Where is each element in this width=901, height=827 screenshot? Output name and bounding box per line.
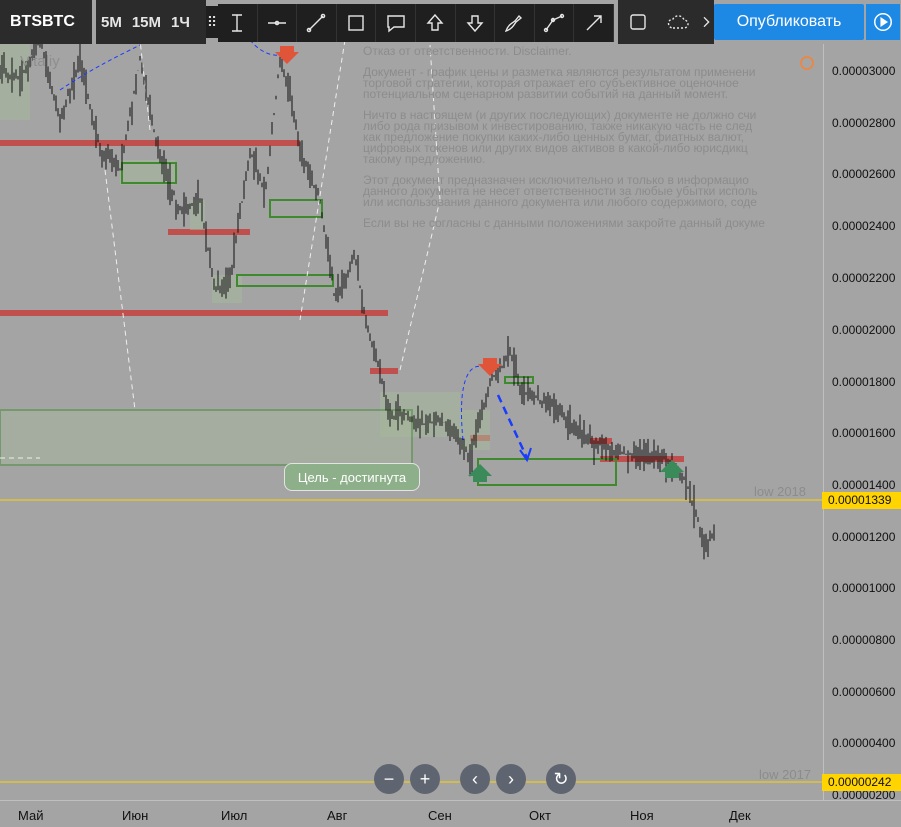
- support-box: [0, 409, 413, 466]
- resistance-level: [0, 140, 300, 146]
- time-tick: Май: [18, 808, 44, 823]
- price-tick: 0.00001000: [832, 581, 896, 595]
- price-tick: 0.00002800: [832, 116, 896, 130]
- target-reached-label[interactable]: Цель - достигнута: [284, 463, 420, 491]
- support-box: [504, 376, 534, 384]
- rectangle-icon[interactable]: [337, 4, 377, 42]
- interval-group: 5M 15M 1Ч: [96, 0, 206, 44]
- trend-line-icon[interactable]: [297, 4, 337, 42]
- author-watermark: Vitaliy: [20, 53, 60, 70]
- projection-path: [496, 394, 529, 459]
- zoom-in-button[interactable]: +: [410, 764, 440, 794]
- horizontal-line-icon[interactable]: [258, 4, 298, 42]
- cloud-icon[interactable]: [658, 3, 698, 41]
- price-tick: 0.00001400: [832, 478, 896, 492]
- time-tick: Сен: [428, 808, 452, 823]
- time-tick: Ноя: [630, 808, 654, 823]
- disclaimer-line: Если вы не согласны с данными положениям…: [363, 216, 765, 230]
- interval-5m-button[interactable]: 5M: [96, 14, 127, 31]
- price-tick: 0.00002400: [832, 219, 896, 233]
- resistance-level: [590, 438, 612, 444]
- support-box: [269, 199, 323, 218]
- resistance-level: [0, 310, 388, 316]
- interval-1h-button[interactable]: 1Ч: [166, 14, 195, 31]
- price-axis[interactable]: 0.00003000 0.00002800 0.00002600 0.00002…: [823, 44, 901, 802]
- drag-handle-icon[interactable]: ⠿: [206, 6, 218, 38]
- reset-chart-button[interactable]: ↻: [546, 764, 576, 794]
- price-tick: 0.00003000: [832, 64, 896, 78]
- arrow-down-icon[interactable]: [456, 4, 496, 42]
- time-axis[interactable]: Май Июн Июл Авг Сен Окт Ноя Дек: [0, 800, 901, 827]
- text-cursor-icon[interactable]: [218, 4, 258, 42]
- disclaimer-line: Отказ от ответственности. Disclaimer.: [363, 46, 572, 58]
- sell-signal-arrow: [275, 46, 299, 64]
- callout-icon[interactable]: [376, 4, 416, 42]
- arrow-up-icon[interactable]: [416, 4, 456, 42]
- time-tick: Июл: [221, 808, 248, 823]
- zoom-out-button[interactable]: −: [374, 764, 404, 794]
- price-tick: 0.00001600: [832, 426, 896, 440]
- low-2017-price-tag: 0.00000242: [822, 774, 901, 791]
- disclaimer-line: Ничто в настоящем (и других последующих)…: [363, 108, 757, 166]
- disclaimer-line: Документ - график цены и разметка являют…: [363, 65, 756, 101]
- scroll-right-button[interactable]: ›: [496, 764, 526, 794]
- low-2017-label: low 2017: [759, 767, 812, 782]
- interval-15m-button[interactable]: 15M: [127, 14, 166, 31]
- price-tick: 0.00002200: [832, 271, 896, 285]
- price-tick: 0.00002600: [832, 167, 896, 181]
- time-tick: Дек: [729, 808, 751, 823]
- top-toolbar: BTSBTC 5M 15M 1Ч ⠿ Опубликовать: [0, 0, 901, 44]
- low-2018-label: low 2018: [754, 484, 807, 499]
- disclaimer-text: Отказ от ответственности. Disclaimer. До…: [363, 46, 823, 239]
- support-box: [477, 458, 617, 486]
- chart-area[interactable]: Vitaliy Отказ от ответственности. Discla…: [0, 0, 823, 800]
- price-tick: 0.00001200: [832, 530, 896, 544]
- extra-tools: [618, 0, 714, 44]
- price-tick: 0.00001800: [832, 375, 896, 389]
- drawing-tools: [218, 4, 614, 42]
- chevron-right-icon[interactable]: [698, 3, 714, 41]
- price-tick: 0.00000800: [832, 633, 896, 647]
- path-icon[interactable]: [535, 4, 575, 42]
- price-tick: 0.00002000: [832, 323, 896, 337]
- square-icon[interactable]: [618, 3, 658, 41]
- play-icon[interactable]: [866, 4, 900, 40]
- time-tick: Июн: [122, 808, 149, 823]
- scroll-left-button[interactable]: ‹: [460, 764, 490, 794]
- publish-button[interactable]: Опубликовать: [714, 4, 864, 40]
- support-box: [236, 274, 334, 287]
- disclaimer-line: Этот документ предназначен исключительно…: [363, 173, 758, 209]
- resistance-level: [370, 368, 398, 374]
- symbol-button[interactable]: BTSBTC: [0, 0, 92, 44]
- time-tick: Окт: [529, 808, 551, 823]
- projection-line: [104, 169, 136, 411]
- price-tick: 0.00000400: [832, 736, 896, 750]
- price-tick: 0.00000600: [832, 685, 896, 699]
- projection-line: [139, 39, 151, 131]
- arrow-line-icon[interactable]: [574, 4, 614, 42]
- brush-icon[interactable]: [495, 4, 535, 42]
- time-tick: Авг: [327, 808, 348, 823]
- low-2018-price-tag: 0.00001339: [822, 492, 901, 509]
